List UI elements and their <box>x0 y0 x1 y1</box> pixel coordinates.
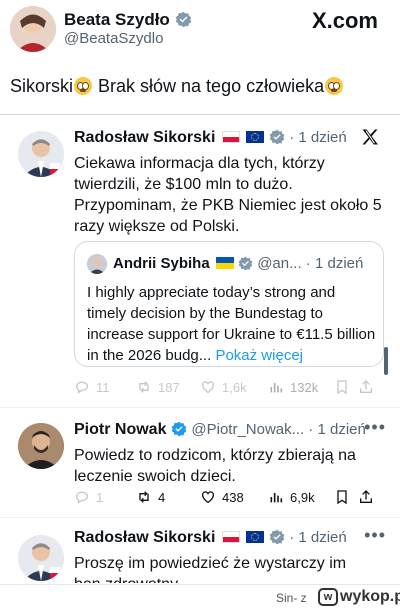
bookmark-icon <box>337 490 347 505</box>
tweet-author[interactable]: Piotr Nowak @Piotr_Nowak... · 1 dzień <box>74 421 366 439</box>
author-handle[interactable]: @BeataSzydlo <box>64 30 163 47</box>
bookmark-button[interactable] <box>334 379 358 395</box>
share-icon <box>360 490 372 503</box>
reply-count: 11 <box>96 379 110 395</box>
like-count: 1,6k <box>222 379 247 395</box>
like-button[interactable]: 438 <box>200 489 268 505</box>
views-chart-icon <box>270 383 283 393</box>
tweet-time[interactable]: 1 dzień <box>298 529 346 546</box>
share-icon <box>360 380 372 393</box>
eu-flag-icon <box>246 131 265 143</box>
like-button[interactable]: 1,6k <box>200 379 268 395</box>
reply-icon <box>76 491 88 504</box>
x-logo-icon[interactable] <box>360 127 380 153</box>
verified-badge-icon <box>175 11 191 28</box>
wykop-logo-icon: w <box>318 588 338 606</box>
verified-badge-icon <box>171 421 187 437</box>
quoted-tweet[interactable]: Andrii Sybiha @an... · 1 dzień I highly … <box>74 241 384 367</box>
share-button[interactable] <box>358 379 374 395</box>
source-label: Sin- z <box>276 591 307 605</box>
tweet-time[interactable]: 1 dzień <box>298 129 346 146</box>
tweet-author[interactable]: Radosław Sikorski · 1 dzień <box>74 529 347 547</box>
repost-button[interactable]: 4 <box>136 489 200 505</box>
quoted-text: I highly appreciate today’s strong and t… <box>87 282 377 366</box>
post-text-part2: Brak słów na tego człowieka <box>93 76 325 96</box>
repost-icon <box>139 491 149 503</box>
tweet-author-name: Radosław Sikorski <box>74 129 216 146</box>
quoted-handle: @an... <box>257 255 302 272</box>
quoted-author[interactable]: Andrii Sybiha @an... · 1 dzień <box>113 255 363 272</box>
scrollbar[interactable] <box>384 347 388 375</box>
tweet-author[interactable]: Radosław Sikorski · 1 dzień <box>74 129 347 147</box>
avatar[interactable] <box>10 6 56 52</box>
bookmark-icon <box>337 380 347 395</box>
reply-count: 1 <box>96 489 104 505</box>
reply-button[interactable]: 11 <box>74 379 136 395</box>
embedded-thread: Radosław Sikorski · 1 dzień Ciekawa info… <box>0 114 400 584</box>
x-com-logo: X.com <box>311 8 378 33</box>
tweet-author-name: Radosław Sikorski <box>74 529 216 546</box>
reply-icon <box>76 381 88 394</box>
more-options-icon[interactable]: ••• <box>364 417 386 438</box>
share-button[interactable] <box>358 489 374 505</box>
verified-badge-icon <box>238 256 253 271</box>
avatar[interactable] <box>18 131 64 177</box>
repost-count: 187 <box>158 379 180 395</box>
tweet-author-name: Piotr Nowak <box>74 421 167 438</box>
avatar[interactable] <box>18 535 64 581</box>
repost-icon <box>139 381 149 393</box>
tweet-text: Powiedz to rodzicom, którzy zbierają na … <box>74 447 356 485</box>
avatar[interactable] <box>87 254 107 274</box>
tweet-text: Proszę im powiedzieć że wystarczy im bon… <box>74 555 347 583</box>
verified-badge-icon <box>269 529 285 545</box>
author-name[interactable]: Beata Szydło <box>64 10 192 30</box>
post-text-part1: Sikorski <box>10 76 74 96</box>
flushed-face-emoji-icon <box>74 77 93 95</box>
quoted-time: 1 dzień <box>314 255 364 272</box>
tweet-actions: 11 187 1,6k 132k <box>74 379 384 395</box>
reply-button[interactable]: 1 <box>74 489 136 505</box>
heart-icon <box>202 491 214 504</box>
heart-icon <box>202 381 214 394</box>
quoted-author-name: Andrii Sybiha <box>113 255 210 272</box>
flushed-face-emoji-icon <box>325 77 344 95</box>
poland-flag-icon <box>221 131 240 143</box>
wykop-logo[interactable]: w wykop.pl <box>318 588 400 606</box>
eu-flag-icon <box>246 531 265 543</box>
tweet-text: Ciekawa informacja dla tych, którzy twie… <box>74 155 382 235</box>
views-button[interactable]: 6,9k <box>268 489 334 505</box>
tweet-handle: @Piotr_Nowak... <box>191 421 305 438</box>
avatar[interactable] <box>18 423 64 469</box>
views-count: 6,9k <box>290 489 315 505</box>
views-button[interactable]: 132k <box>268 379 334 395</box>
views-chart-icon <box>270 493 283 503</box>
ukraine-flag-icon <box>215 257 234 269</box>
more-options-icon[interactable]: ••• <box>364 525 386 546</box>
verified-badge-icon <box>269 129 285 145</box>
repost-button[interactable]: 187 <box>136 379 200 395</box>
tweet-actions: 1 4 438 6,9k <box>74 489 384 505</box>
poland-flag-icon <box>221 531 240 543</box>
wykop-site-name: wykop.pl <box>340 588 400 605</box>
show-more-link[interactable]: Pokaż więcej <box>215 347 303 364</box>
repost-count: 4 <box>158 489 166 505</box>
source-footer: Sin- z w wykop.pl <box>0 584 400 610</box>
like-count: 438 <box>222 489 244 505</box>
tweet-time[interactable]: 1 dzień <box>317 421 365 438</box>
bookmark-button[interactable] <box>334 489 358 505</box>
divider <box>0 517 400 518</box>
divider <box>0 407 400 408</box>
post-text: Sikorski Brak słów na tego człowieka <box>10 76 344 97</box>
views-count: 132k <box>290 379 319 395</box>
author-name-text: Beata Szydło <box>64 10 170 29</box>
